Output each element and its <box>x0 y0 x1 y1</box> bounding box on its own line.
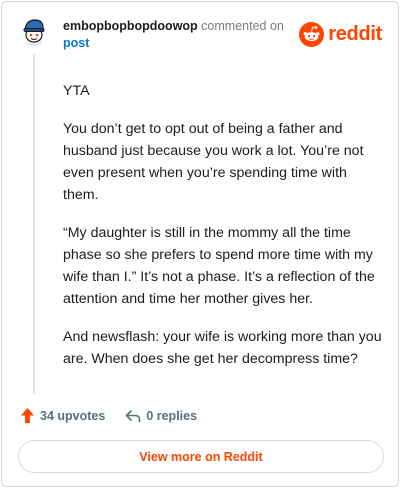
reply-arrow-icon <box>126 409 141 422</box>
reply-button[interactable]: 0 replies <box>125 409 197 423</box>
comment-actions: 34 upvotes 0 replies <box>20 407 197 424</box>
upvote-arrow-icon <box>21 408 34 423</box>
avatar[interactable] <box>19 16 49 46</box>
reddit-wordmark: reddit <box>328 23 382 45</box>
action-text: commented on <box>201 19 284 33</box>
comment-card: embopbopbopdoowop commented on post redd… <box>1 1 399 487</box>
reply-count: 0 replies <box>146 408 198 423</box>
comment-paragraph: YTA <box>63 83 90 99</box>
comment-body: YTA You don’t get to opt out of being a … <box>63 80 383 386</box>
thread-rail <box>33 54 35 394</box>
reddit-brand[interactable]: reddit <box>299 22 382 47</box>
reddit-logo-icon <box>299 22 325 47</box>
comment-paragraph: “My daughter is still in the mommy all t… <box>63 225 375 307</box>
upvote-button[interactable]: 34 upvotes <box>20 407 105 424</box>
view-more-button[interactable]: View more on Reddit <box>18 440 384 473</box>
post-link[interactable]: post <box>63 35 303 52</box>
comment-paragraph: And newsflash: your wife is working more… <box>63 329 382 367</box>
upvote-count: 34 upvotes <box>40 408 106 423</box>
comment-paragraph: You don’t get to opt out of being a fath… <box>63 121 364 203</box>
author-name[interactable]: embopbopbopdoowop <box>63 19 198 33</box>
comment-header: embopbopbopdoowop commented on post <box>63 18 303 52</box>
